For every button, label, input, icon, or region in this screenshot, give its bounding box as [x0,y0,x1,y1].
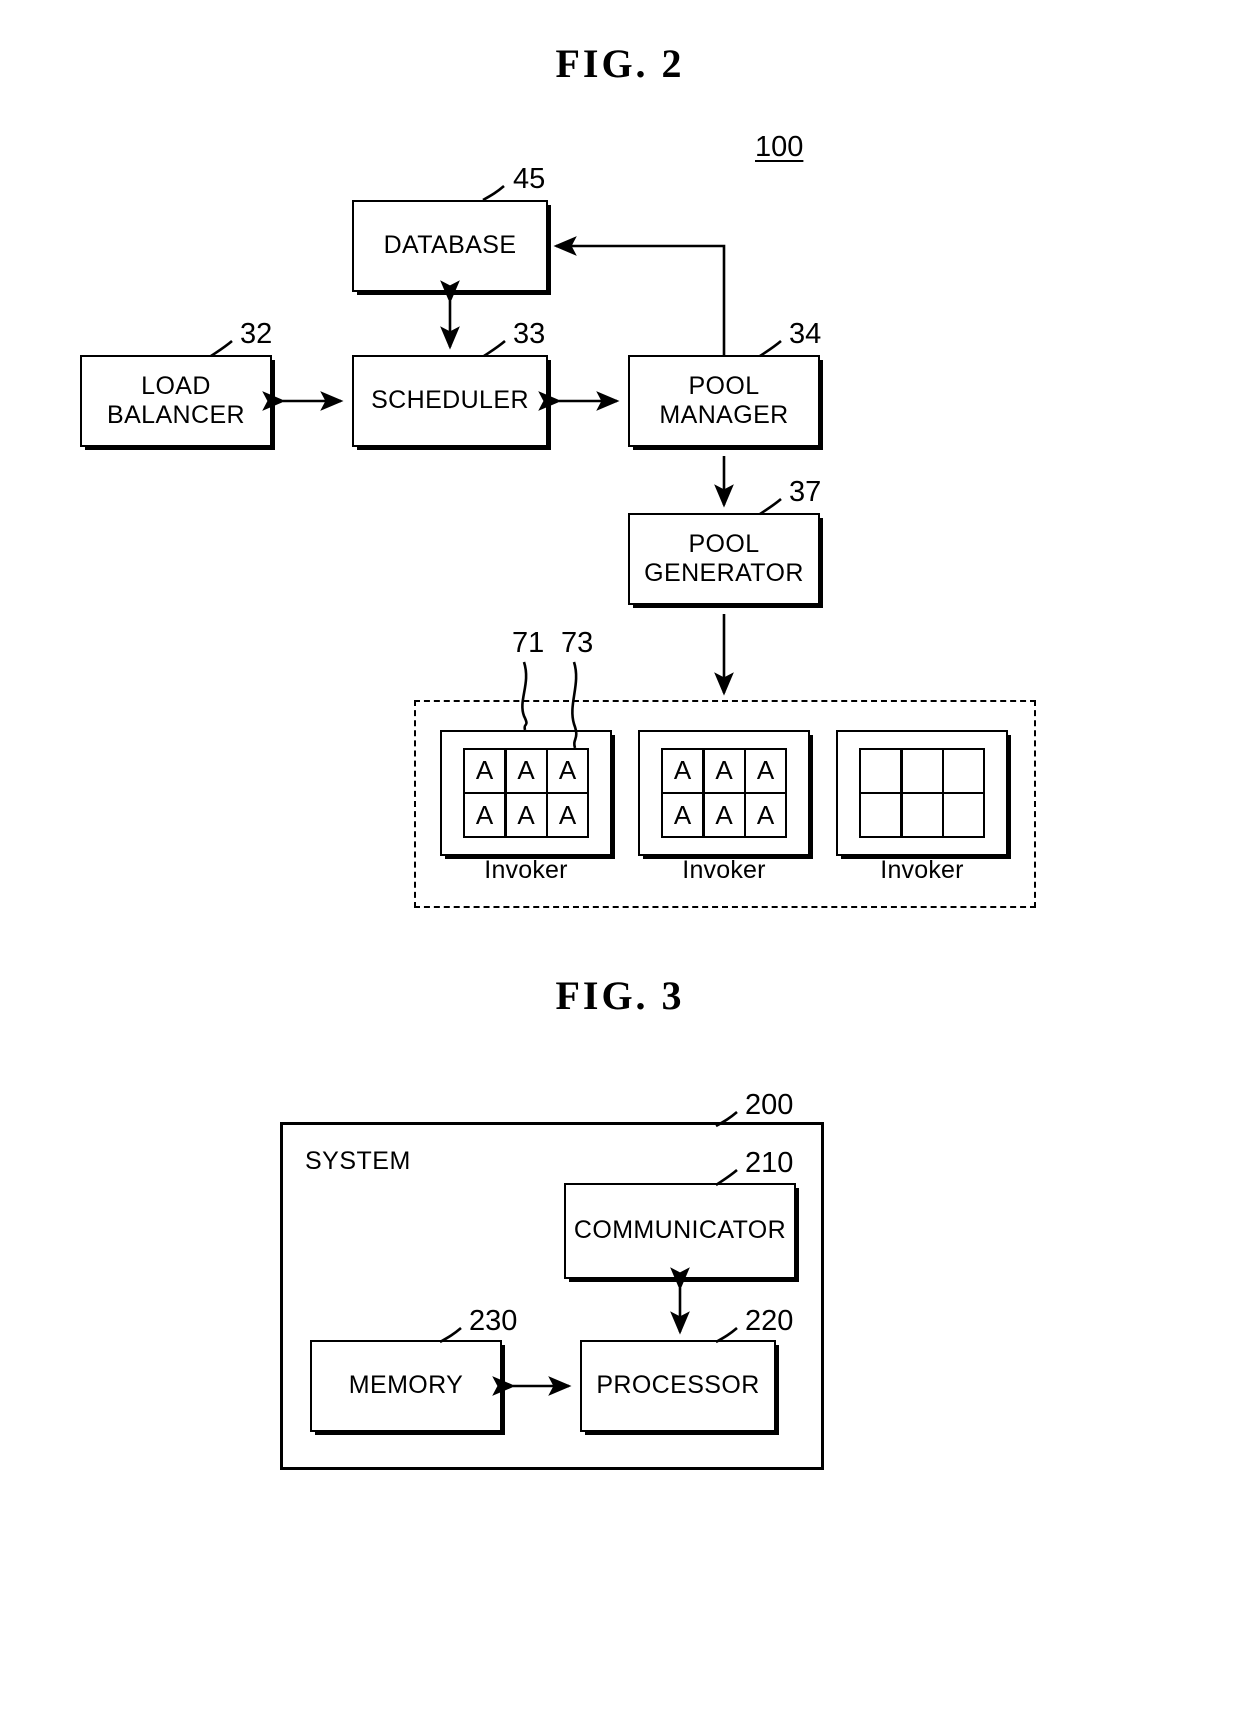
load-balancer-label-line2: BALANCER [107,401,245,429]
container-cell[interactable]: A [465,750,504,792]
invoker-3-label: Invoker [880,856,964,884]
container-cell[interactable]: A [548,750,587,792]
leader-37 [759,498,782,516]
invoker-1-container-grid[interactable]: A A A A A A [463,748,589,838]
pool-manager-label-line2: MANAGER [659,401,789,429]
memory-label: MEMORY [348,1371,464,1400]
ref-37-pool-generator: 37 [789,476,822,508]
leader-45 [482,185,505,202]
ref-100-system: 100 [755,131,804,163]
container-cell[interactable] [902,794,942,836]
pool-generator-block[interactable]: POOL GENERATOR [628,513,820,605]
communicator-block[interactable]: COMMUNICATOR [564,1183,796,1279]
leader-34 [759,340,782,358]
container-cell[interactable]: A [704,794,744,836]
ref-210-communicator: 210 [745,1147,794,1179]
container-cell[interactable] [902,750,942,792]
invoker-2-container-grid[interactable]: A A A A A A [661,748,787,838]
container-cell[interactable]: A [663,750,702,792]
leader-33 [483,340,506,358]
pool-generator-label-line1: POOL [688,529,760,558]
container-cell[interactable]: A [548,794,587,836]
ref-71-invoker: 71 [512,627,545,659]
ref-33-scheduler: 33 [513,318,546,350]
container-cell[interactable] [944,750,983,792]
ref-200-system: 200 [745,1089,794,1121]
pool-manager-block[interactable]: POOL MANAGER [628,355,820,447]
communicator-label: COMMUNICATOR [573,1216,787,1245]
figure-3-title: FIG. 3 [555,973,685,1018]
scheduler-block[interactable]: SCHEDULER [352,355,548,447]
figure-2-title: FIG. 2 [555,41,685,86]
pool-generator-label-line2: GENERATOR [644,559,804,587]
database-label: DATABASE [383,231,517,260]
arrow-pool-manager-to-database [553,236,726,355]
container-cell[interactable] [861,794,900,836]
load-balancer-block[interactable]: LOAD BALANCER [80,355,272,447]
ref-220-processor: 220 [745,1305,794,1337]
ref-32-load-balancer: 32 [240,318,273,350]
invoker-1-label: Invoker [484,856,568,884]
container-cell[interactable]: A [663,794,702,836]
leader-32 [210,340,233,358]
ref-45-database: 45 [513,163,546,195]
processor-block[interactable]: PROCESSOR [580,1340,776,1432]
container-cell[interactable] [861,750,900,792]
container-cell[interactable]: A [506,750,546,792]
container-cell[interactable]: A [506,794,546,836]
invoker-3-container-grid[interactable] [859,748,985,838]
pool-manager-label-line1: POOL [688,371,760,400]
invoker-2-label: Invoker [682,856,766,884]
memory-block[interactable]: MEMORY [310,1340,502,1432]
container-cell[interactable] [944,794,983,836]
processor-label: PROCESSOR [596,1371,760,1400]
container-cell[interactable]: A [746,794,785,836]
ref-230-memory: 230 [469,1305,518,1337]
system-label: SYSTEM [305,1147,411,1175]
load-balancer-label-line1: LOAD [141,371,211,400]
database-block[interactable]: DATABASE [352,200,548,292]
container-cell[interactable]: A [704,750,744,792]
scheduler-label: SCHEDULER [371,386,529,415]
container-cell[interactable]: A [465,794,504,836]
ref-73-container: 73 [561,627,594,659]
container-cell[interactable]: A [746,750,785,792]
ref-34-pool-manager: 34 [789,318,822,350]
